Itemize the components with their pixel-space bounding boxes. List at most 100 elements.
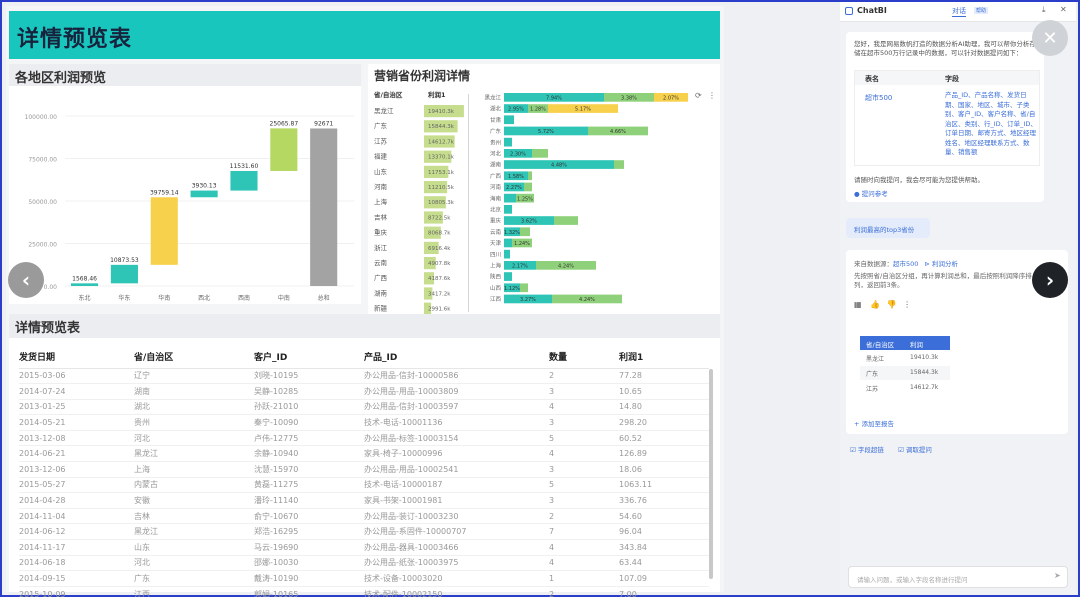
table-cell: 内蒙古 [134,477,254,494]
source-name[interactable]: 超市500 [893,260,918,268]
schema-fields: 产品_ID、产品名称、发货日期、国家、地区、城市、子类别、客户_ID、客户名称、… [945,91,1037,156]
table-cell: 家具-书架-10001981 [364,492,549,509]
table-row[interactable]: 2014-06-21 黑龙江 余静-10940 家具-椅子-10000996 4 126.… [19,445,709,463]
close-button[interactable]: ✕ [1032,20,1068,56]
profit-value: 11210.5k [428,185,455,191]
analysis-link[interactable]: ⊳ 利润分析 [925,260,959,268]
category-label: 广东 [490,127,502,135]
intro-card: 您好，我是网易数帆打造的数据分析AI助理，我可以帮你分析存储在超市500万行记录… [846,32,1044,202]
y-tick-label: 25000.00 [28,242,57,249]
province-profit-title: 营销省份利润详情 [374,69,471,83]
column-header[interactable]: 产品_ID [364,346,549,369]
column-header[interactable]: 省/自治区 [134,346,254,369]
panel-header: 详情预览表 [9,314,720,338]
close-icon[interactable]: ✕ [1060,5,1067,14]
user-query-bubble: 利润最高的top3省份 [846,218,930,238]
add-to-report-link[interactable]: + 添加至报告 [854,418,894,428]
table-row[interactable]: 2013-12-06 上海 沈慧-15970 办公用品-用品-10002541 3 18.… [19,461,709,478]
table-cell: 余静-10940 [254,445,364,463]
table-row[interactable]: 2013-12-08 河北 卢伟-12775 办公用品-标签-10003154 5 60.… [19,430,709,447]
table-cell: 4 [549,399,619,416]
percent-label: 3.62% [521,219,537,225]
table-row[interactable]: 2014-06-18 河北 邵娜-10030 办公用品-纸张-10003975 4 63.… [19,555,709,572]
source-label: 来自数据源： [854,260,893,268]
option-recall[interactable]: ☑ 调取提问 [898,446,932,454]
send-icon[interactable]: ➤ [1054,571,1061,580]
refresh-icon[interactable]: ⟳ [695,91,702,100]
previous-button[interactable]: ‹ [8,262,44,298]
analysis-label: 利润分析 [932,260,959,268]
tab-help[interactable]: 帮助 [974,7,989,14]
category-label: 河北 [490,150,502,158]
chat-input-placeholder: 请输入问题，或输入字段名称进行提问 [857,576,968,584]
table-cell: 俞宁-10670 [254,508,364,525]
category-label: 广西 [490,172,502,180]
result-row: 黑龙江 19410.3k [860,351,950,365]
schema-table-name[interactable]: 超市500 [865,93,892,103]
next-button[interactable]: › [1032,262,1068,298]
more-icon[interactable]: ⋮ [708,91,716,100]
table-row[interactable]: 2014-06-12 黑龙江 郑浩-16295 办公用品-系固件-10000707 7 9… [19,523,709,541]
percent-label: 4.24% [579,297,595,303]
table-scrollbar[interactable] [709,369,713,579]
chart-type-icon[interactable]: ▦ [854,300,862,309]
result-table: 省/自治区 利润 黑龙江 19410.3k 广东 15844.3k 江苏 146… [860,336,950,396]
table-row[interactable]: 2015-10-09 江西 郭娟-10165 技术-配件-10002150 2 7.00 [19,586,709,597]
province-name: 湖南 [374,288,388,297]
table-cell: 2014-04-28 [19,492,134,509]
table-cell: 办公用品-器具-10003466 [364,539,549,556]
tab-dialog[interactable]: 对话 [952,6,966,17]
category-label: 湖南 [490,161,502,169]
table-cell: 湖南 [134,383,254,400]
chatbi-panel: ChatBI 对话 帮助 ⤓ ✕ 您好，我是网易数帆打造的数据分析AI助理，我可… [840,2,1076,594]
result-row: 广东 15844.3k [860,366,950,380]
thumbs-up-icon[interactable]: 👍 [870,300,880,309]
table-row[interactable]: 2014-11-17 山东 马云-19690 办公用品-器具-10003466 4 343… [19,539,709,556]
table-row[interactable]: 2013-01-25 湖北 孙跃-21010 办公用品-信封-10003597 4 14.… [19,399,709,416]
column-header[interactable]: 客户_ID [254,346,364,369]
table-row[interactable]: 2015-03-06 辽宁 刘晓-10195 办公用品-信封-10000586 2 77.… [19,368,709,385]
province-name: 浙江 [374,243,388,252]
profit-value: 13370.1k [428,155,455,161]
category-label: 江西 [490,296,502,303]
table-cell: 郭娟-10165 [254,586,364,597]
table-cell: 336.76 [619,492,709,509]
percent-label: 4.24% [558,264,574,270]
percent-label: 2.07% [663,96,679,102]
table-cell: 技术-设备-10003020 [364,570,549,587]
province-profit-panel: 营销省份利润详情 省/自治区 利润1 黑龙江 19410.3k 广东 15844.3k 江苏… [368,64,720,316]
chat-input[interactable]: 请输入问题，或输入字段名称进行提问 ➤ [848,566,1068,588]
percent-label: 4.66% [610,129,626,135]
profit-value: 15844.3k [428,124,455,130]
percent-label: 1.58% [508,174,524,180]
percent-label: 1.28% [530,107,546,113]
answer-text: 先按照省/自治区分组，再计算利润总和，最后按照利润降序排列，返回前3条。 [854,272,1032,289]
thumbs-down-icon[interactable]: 👎 [887,300,897,309]
download-icon[interactable]: ⤓ [1042,5,1046,15]
category-label: 贵州 [490,138,501,146]
option-field-link[interactable]: ☑ 字段超链 [850,446,884,454]
data-label: 25065.87 [270,120,299,127]
column-header[interactable]: 利润1 [619,346,709,369]
column-header[interactable]: 发货日期 [19,346,134,369]
table-row[interactable]: 2014-07-24 湖南 吴静-10285 办公用品-用品-10003809 3 10.… [19,383,709,400]
ask-reference-link[interactable]: ● 提问参考 [854,188,888,198]
table-row[interactable]: 2014-05-21 贵州 秦宁-10090 技术-电话-10001136 3 298.2… [19,414,709,431]
more-icon[interactable]: ⋮ [903,300,911,309]
result-header: 省/自治区 利润 [860,336,950,350]
waterfall-chart: 100000.00 75000.00 50000.00 25000.00 0.00 156… [25,114,354,302]
column-header[interactable]: 数量 [549,346,619,369]
table-cell: 秦宁-10090 [254,414,364,431]
table-cell: 办公用品-系固件-10000707 [364,523,549,541]
profit-value: 3417.2k [428,291,451,297]
percent-segment [520,227,530,237]
table-row[interactable]: 2014-11-04 吉林 俞宁-10670 办公用品-装订-10003230 2 54.… [19,508,709,525]
table-row[interactable]: 2015-05-27 内蒙古 黄磊-11275 技术-电话-10000187 5 1063… [19,477,709,494]
table-row[interactable]: 2014-04-28 安徽 潘玲-11140 家具-书架-10001981 3 336.7… [19,492,709,509]
answer-toolbar: ▦ 👍 👎 ⋮ [854,300,911,309]
table-cell: 343.84 [619,539,709,556]
category-label: 海南 [490,194,502,202]
table-cell: 办公用品-标签-10003154 [364,430,549,447]
table-row[interactable]: 2014-09-15 广东 戴涛-10190 技术-设备-10003020 1 107.0… [19,570,709,587]
table-cell: 54.60 [619,508,709,525]
